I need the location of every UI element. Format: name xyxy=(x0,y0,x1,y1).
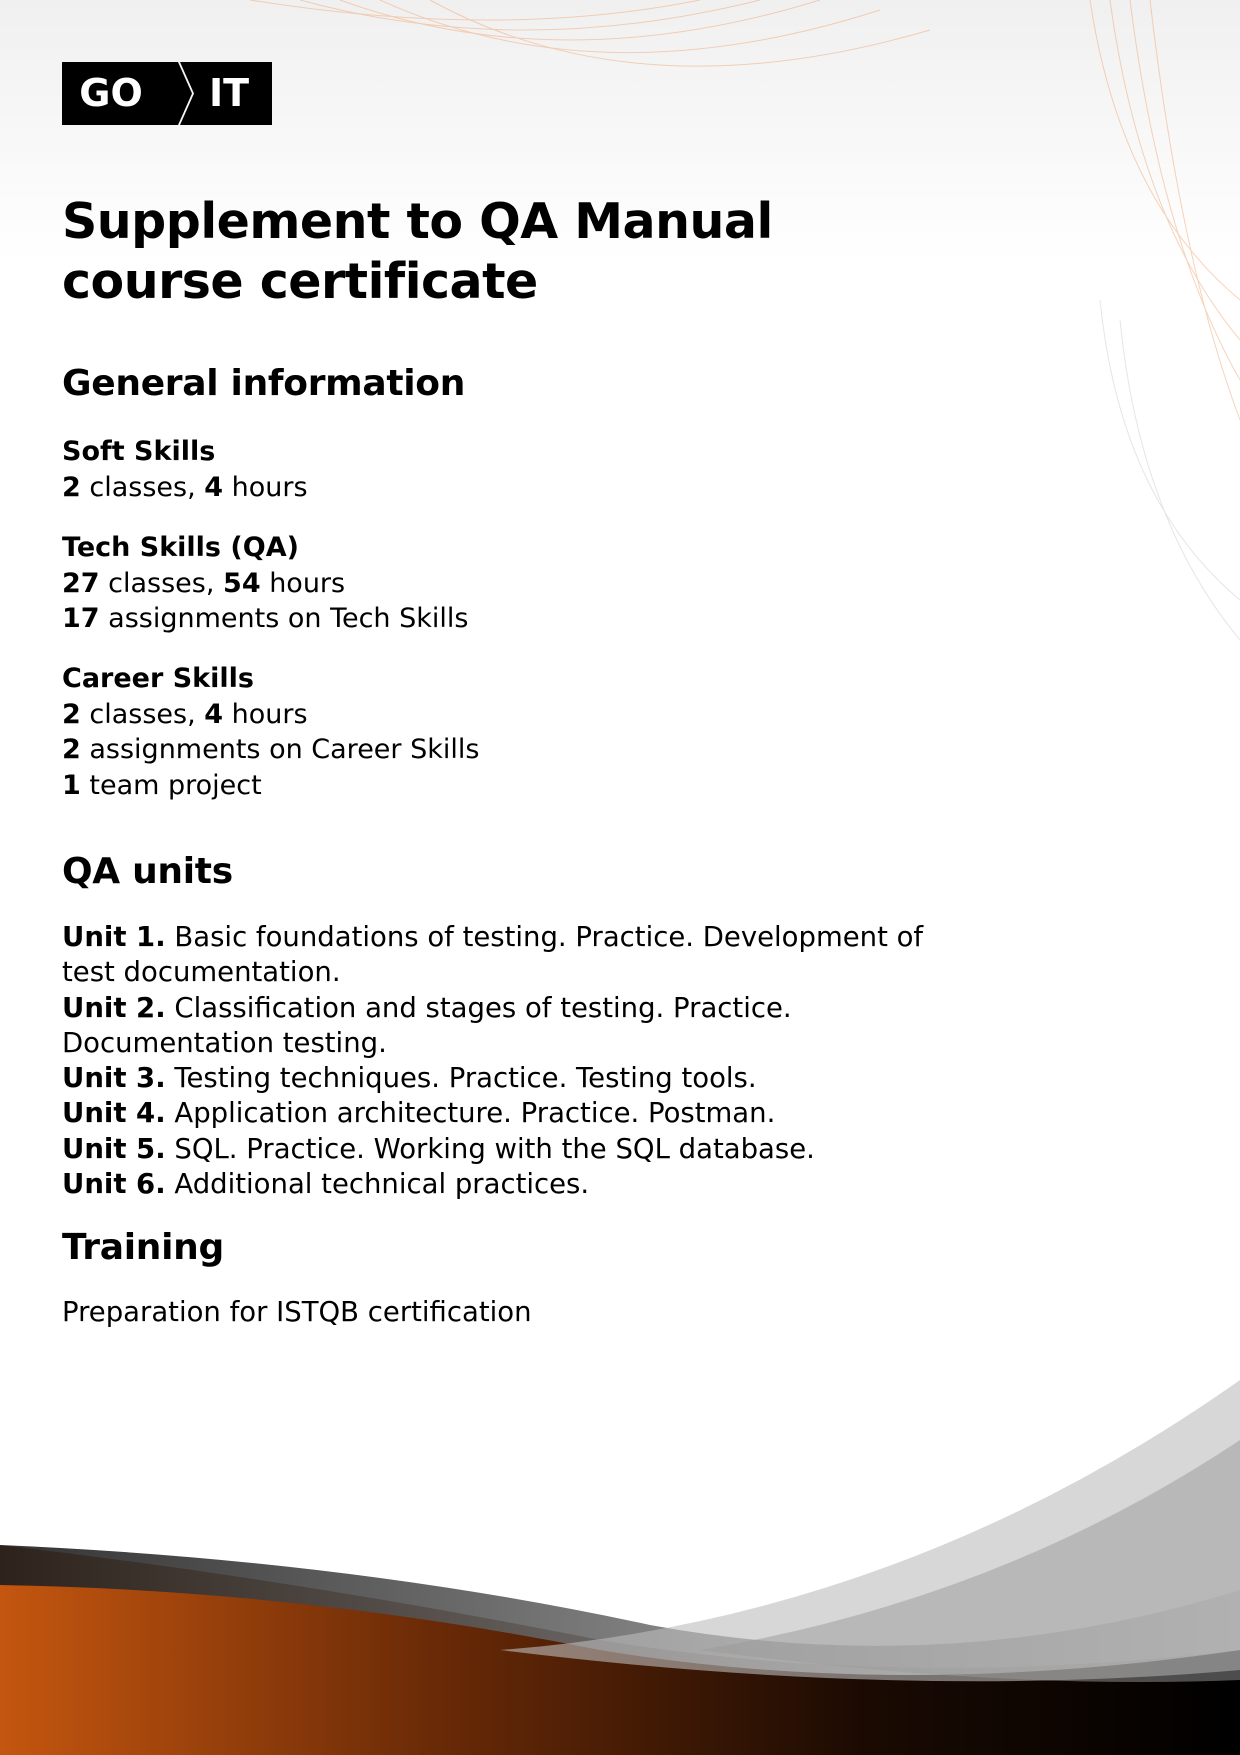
career-skills-assignments: 2 assignments on Career Skills xyxy=(62,734,480,765)
qa-units-list: Unit 1. Basic foundations of testing. Pr… xyxy=(62,920,942,1202)
logo-left-text: GO xyxy=(79,71,143,115)
training-heading: Training xyxy=(62,1227,224,1268)
general-information-heading: General information xyxy=(62,363,466,404)
tech-skills-classes: 27 classes, 54 hours xyxy=(62,567,346,599)
unit-item: Unit 6. Additional technical practices. xyxy=(62,1168,590,1201)
soft-skills-block: Soft Skills 2 classes, 4 hours xyxy=(62,434,308,505)
career-skills-title: Career Skills xyxy=(62,663,254,694)
career-skills-projects: 1 team project xyxy=(62,769,262,801)
page-title-line-2: course certificate xyxy=(62,253,538,310)
goit-logo: GO IT xyxy=(62,62,272,125)
career-skills-classes: 2 classes, 4 hours xyxy=(62,698,308,730)
qa-units-heading: QA units xyxy=(62,851,233,892)
soft-skills-classes: 2 classes, 4 hours xyxy=(62,471,308,503)
unit-item: Unit 4. Application architecture. Practi… xyxy=(62,1097,776,1130)
logo-right-text: IT xyxy=(209,71,249,115)
tech-skills-title: Tech Skills (QA) xyxy=(62,532,299,563)
unit-item: Unit 2. Classification and stages of tes… xyxy=(62,991,792,1059)
tech-skills-block: Tech Skills (QA) 27 classes, 54 hours 17… xyxy=(62,530,468,637)
soft-skills-title: Soft Skills xyxy=(62,436,216,467)
training-description: Preparation for ISTQB certification xyxy=(62,1296,532,1328)
unit-item: Unit 5. SQL. Practice. Working with the … xyxy=(62,1132,815,1165)
tech-skills-assignments: 17 assignments on Tech Skills xyxy=(62,603,469,634)
page-title: Supplement to QA Manual course certifica… xyxy=(62,192,773,312)
career-skills-block: Career Skills 2 classes, 4 hours 2 assig… xyxy=(62,661,479,803)
page-title-line-1: Supplement to QA Manual xyxy=(62,193,773,250)
unit-item: Unit 3. Testing techniques. Practice. Te… xyxy=(62,1062,757,1095)
unit-item: Unit 1. Basic foundations of testing. Pr… xyxy=(62,921,924,989)
